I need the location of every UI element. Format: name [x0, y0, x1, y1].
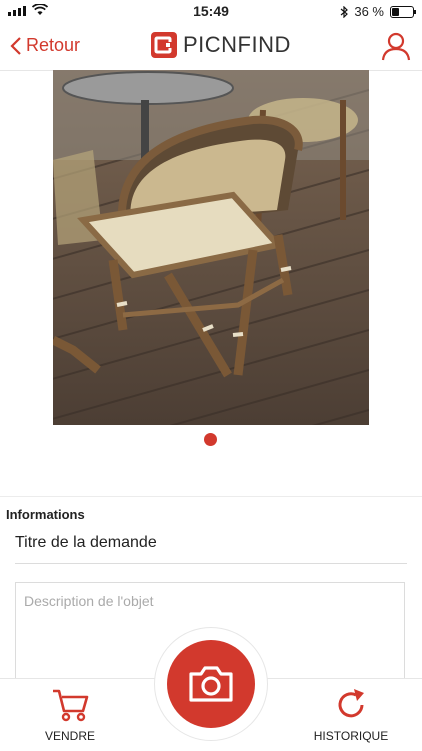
camera-button-ring	[154, 627, 268, 741]
tab-history-label: HISTORIQUE	[313, 729, 389, 743]
status-right: 36 %	[340, 4, 416, 19]
cart-icon	[53, 689, 89, 722]
bluetooth-icon	[340, 5, 349, 18]
nav-bar: Retour PICNFIND	[0, 22, 422, 71]
back-label: Retour	[26, 35, 81, 55]
back-button[interactable]: Retour	[10, 35, 80, 56]
user-icon[interactable]	[380, 30, 412, 62]
camera-button[interactable]	[167, 640, 255, 728]
battery-text: 36 %	[354, 4, 384, 19]
brand: PICNFIND	[150, 31, 291, 59]
chevron-left-icon	[10, 36, 21, 55]
logo-icon	[151, 32, 177, 58]
divider	[0, 496, 422, 497]
photo[interactable]	[53, 70, 369, 425]
battery-icon	[390, 5, 416, 18]
section-title: Informations	[6, 507, 85, 522]
chair-photo	[53, 70, 369, 425]
tab-sell-label: VENDRE	[44, 729, 95, 743]
app-title: PICNFIND	[183, 32, 291, 57]
camera-icon	[189, 666, 233, 702]
refresh-icon	[338, 689, 364, 718]
tab-sell[interactable]: VENDRE	[15, 679, 125, 751]
tab-history[interactable]: HISTORIQUE	[296, 679, 406, 751]
status-bar: 15:49 36 %	[0, 0, 422, 22]
title-field[interactable]: Titre de la demande	[15, 533, 407, 564]
page-indicator-dot[interactable]	[204, 433, 217, 446]
